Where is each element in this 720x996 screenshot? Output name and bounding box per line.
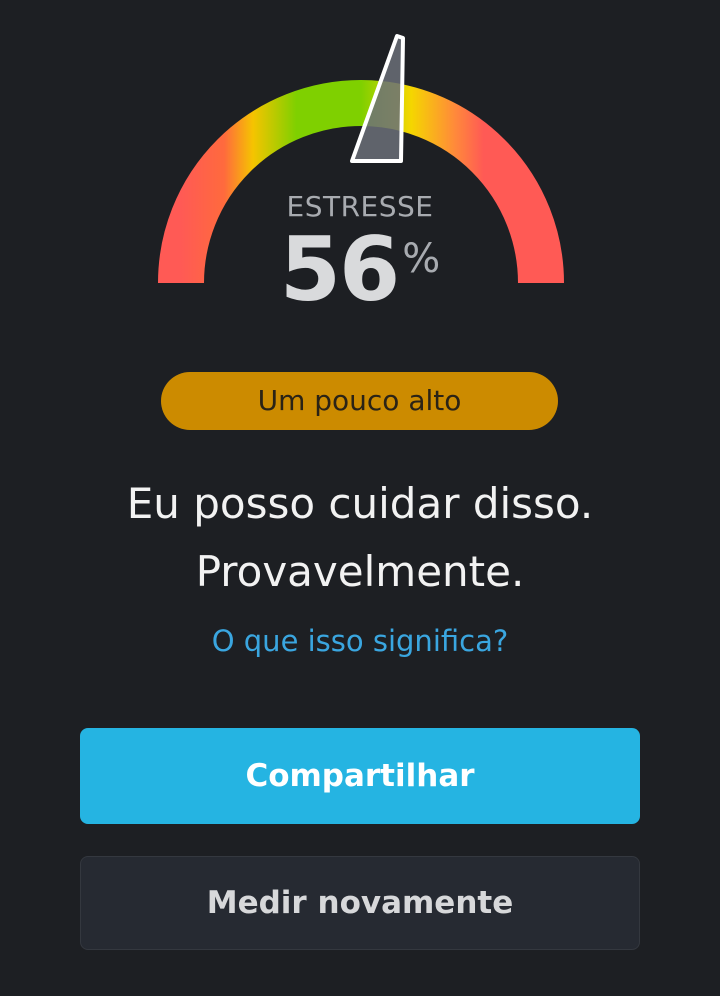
share-button[interactable]: Compartilhar [80, 728, 640, 824]
result-message-line1: Eu posso cuidar disso. [126, 479, 594, 528]
gauge-reading: 56% [0, 222, 720, 318]
what-does-this-mean-link[interactable]: O que isso significa? [0, 617, 720, 665]
stress-result-screen: ESTRESSE 56% Um pouco alto Eu posso cuid… [0, 0, 720, 996]
percent-unit: % [402, 236, 441, 282]
result-message-line2: Provavelmente. [195, 547, 525, 596]
stress-percentage-value: 56 [279, 218, 400, 321]
stress-level-badge: Um pouco alto [161, 372, 558, 430]
result-message: Eu posso cuidar disso. Provavelmente. [0, 470, 720, 606]
measure-again-button[interactable]: Medir novamente [80, 856, 640, 950]
